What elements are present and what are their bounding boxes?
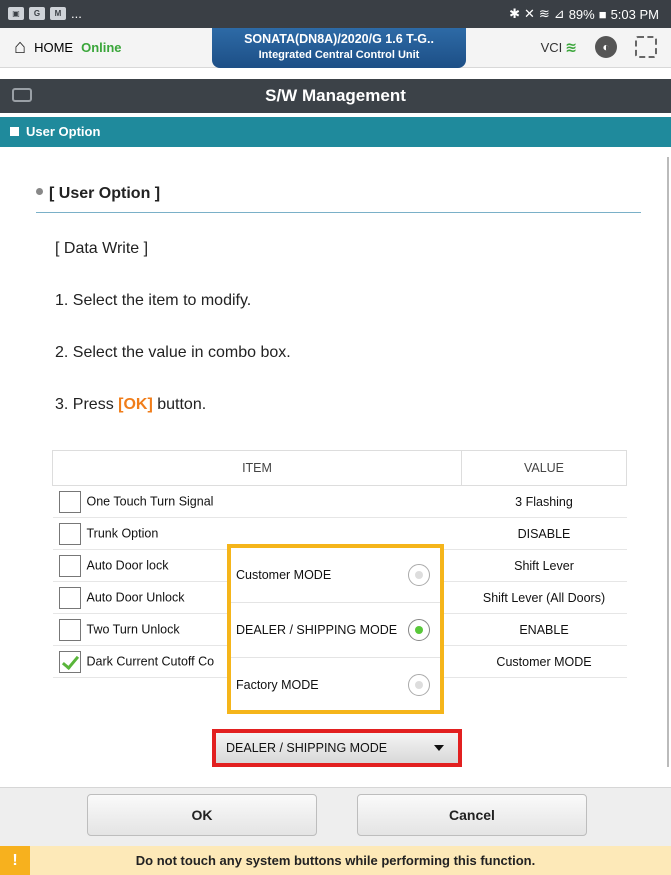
car-icon[interactable] — [12, 88, 32, 102]
gallery-icon: ▣ — [8, 7, 24, 20]
option-factory-mode[interactable]: Factory MODE — [231, 658, 440, 712]
dropdown-popup: Customer MODE DEALER / SHIPPING MODE Fac… — [227, 544, 444, 714]
row-value: Customer MODE — [461, 645, 627, 678]
row-item: One Touch Turn Signal — [86, 493, 214, 508]
table-row[interactable]: One Touch Turn Signal 3 Flashing — [52, 485, 627, 518]
footer-bar: OK Cancel — [0, 787, 671, 846]
row-item: Auto Door Unlock — [86, 589, 185, 604]
app-header: ⌂ HOME Online SONATA(DN8A)/2020/G 1.6 T-… — [0, 28, 671, 68]
row-value: Shift Lever — [461, 549, 627, 582]
radio-button[interactable] — [408, 564, 430, 586]
app-icon: G — [29, 7, 45, 20]
instruction-step-2: 2. Select the value in combo box. — [55, 344, 291, 361]
status-indicators: ✱ ✕ ≋ ⊿ 89% ■ 5:03 PM — [509, 6, 659, 22]
battery-icon: ■ — [598, 6, 607, 22]
m-app-icon: M — [50, 7, 66, 20]
vci-label: VCI — [540, 39, 563, 55]
vci-status[interactable]: VCI ≋ — [541, 39, 577, 56]
step3-prefix: 3. Press — [55, 396, 119, 413]
option-label: Factory MODE — [236, 678, 319, 692]
notification-icons: ▣ G M ... — [8, 6, 82, 21]
warning-text: Do not touch any system buttons while pe… — [135, 853, 536, 868]
clock: 5:03 PM — [610, 6, 659, 22]
connection-status: Online — [81, 39, 122, 55]
row-checkbox[interactable] — [58, 618, 81, 641]
row-item: Trunk Option — [86, 525, 159, 540]
row-item: Dark Current Cutoff Co — [86, 653, 215, 668]
home-button[interactable]: ⌂ HOME Online — [14, 36, 122, 58]
row-value: DISABLE — [461, 517, 627, 550]
vci-wifi-icon: ≋ — [565, 38, 577, 55]
row-checkbox[interactable] — [58, 586, 81, 609]
row-value: Shift Lever (All Doors) — [461, 581, 627, 614]
content-heading: [ User Option ] — [36, 185, 160, 203]
section-header: User Option — [0, 117, 671, 147]
ok-highlight: [OK] — [118, 396, 153, 413]
row-item: Auto Door lock — [86, 557, 169, 572]
page-title: S/W Management — [265, 86, 406, 105]
heading-text: [ User Option ] — [49, 185, 161, 202]
instruction-step-3: 3. Press [OK] button. — [55, 396, 206, 414]
column-header-item: ITEM — [52, 450, 462, 486]
row-checkbox-checked[interactable] — [58, 650, 81, 673]
instruction-step-1: 1. Select the item to modify. — [55, 292, 252, 309]
warning-icon: ! — [0, 846, 30, 875]
mute-icon: ✕ — [523, 6, 535, 21]
row-value: 3 Flashing — [461, 485, 627, 518]
radio-button[interactable] — [408, 674, 430, 696]
step3-suffix: button. — [152, 396, 207, 413]
combo-selected-value: DEALER / SHIPPING MODE — [226, 741, 388, 755]
option-label: Customer MODE — [236, 568, 332, 582]
main-content: [ User Option ] [ Data Write ] 1. Select… — [0, 147, 671, 787]
wifi-status-icon: ≋ — [538, 6, 550, 21]
bluetooth-icon: ✱ — [509, 6, 520, 21]
chevron-down-icon — [434, 745, 444, 751]
row-item: Two Turn Unlock — [86, 621, 180, 636]
option-label: DEALER / SHIPPING MODE — [236, 623, 398, 637]
option-dealer-shipping-mode[interactable]: DEALER / SHIPPING MODE — [231, 603, 440, 657]
more-notifications: ... — [71, 6, 82, 21]
signal-icon: ⊿ — [553, 6, 565, 21]
row-value: ENABLE — [461, 613, 627, 646]
data-write-label: [ Data Write ] — [55, 240, 149, 257]
section-label: User Option — [26, 124, 101, 139]
status-bar: ▣ G M ... ✱ ✕ ≋ ⊿ 89% ■ 5:03 PM — [0, 0, 671, 28]
vehicle-info: SONATA(DN8A)/2020/G 1.6 T-G.. Integrated… — [212, 28, 466, 68]
row-checkbox[interactable] — [58, 522, 81, 545]
home-label: HOME — [34, 39, 74, 55]
title-bar: S/W Management — [0, 79, 671, 113]
value-combo-box[interactable]: DEALER / SHIPPING MODE — [212, 729, 462, 767]
warning-bar: ! Do not touch any system buttons while … — [0, 846, 671, 875]
vehicle-system: Integrated Central Control Unit — [258, 49, 420, 61]
heading-divider — [36, 212, 641, 213]
option-customer-mode[interactable]: Customer MODE — [231, 548, 440, 602]
row-checkbox[interactable] — [58, 554, 81, 577]
expand-icon[interactable] — [635, 36, 657, 58]
scrollbar[interactable] — [667, 157, 669, 767]
ok-button[interactable]: OK — [87, 794, 317, 836]
bullet-icon — [36, 188, 43, 195]
square-bullet-icon — [10, 127, 19, 136]
vehicle-model: SONATA(DN8A)/2020/G 1.6 T-G.. — [244, 32, 434, 46]
globe-icon[interactable]: ◐ — [595, 36, 617, 58]
header-actions: VCI ≋ ◐ — [541, 36, 657, 58]
home-icon: ⌂ — [14, 36, 27, 58]
radio-button-selected[interactable] — [408, 619, 430, 641]
cancel-button[interactable]: Cancel — [357, 794, 587, 836]
column-header-value: VALUE — [461, 450, 627, 486]
row-checkbox[interactable] — [58, 490, 81, 513]
battery-percent: 89% — [568, 6, 595, 22]
